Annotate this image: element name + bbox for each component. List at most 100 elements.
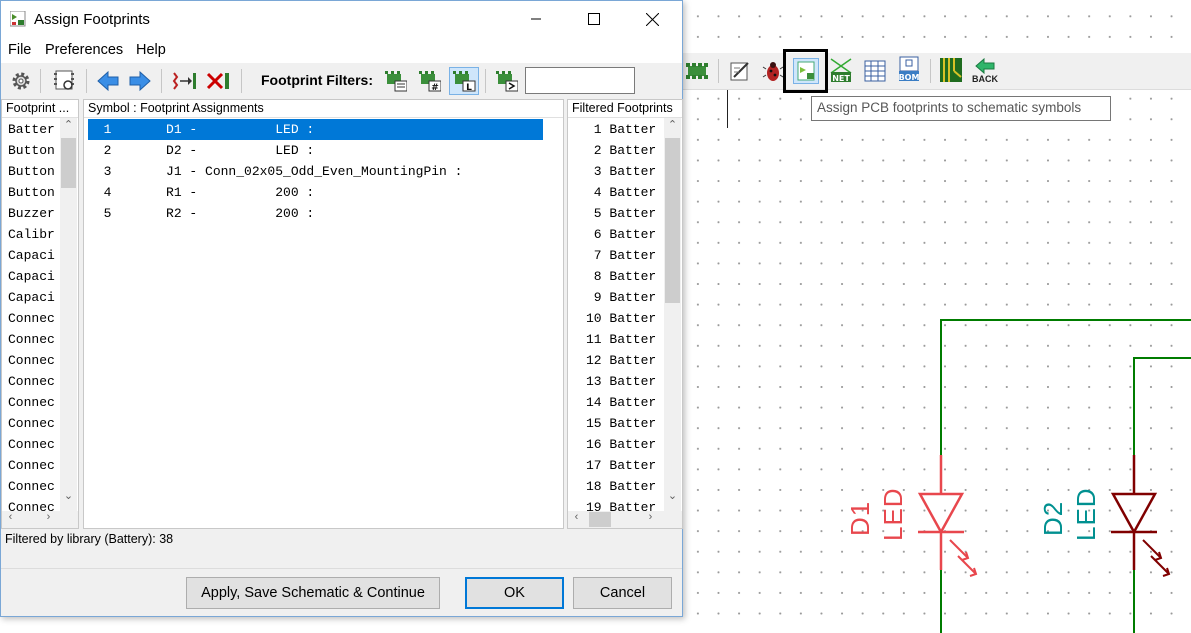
assignment-row[interactable]: 3 J1 - Conn_02x05_Odd_Even_MountingPin : — [88, 161, 543, 182]
annotate-icon[interactable] — [728, 59, 752, 83]
footprint-item[interactable]: 6 Batter — [586, 224, 656, 245]
gear-icon[interactable] — [9, 69, 33, 93]
cancel-button[interactable]: Cancel — [573, 577, 672, 609]
symbol-assignments-panel: Symbol : Footprint Assignments 1 D1 - LE… — [83, 99, 564, 529]
library-item[interactable]: Connec — [8, 476, 55, 497]
assignment-row[interactable]: 1 D1 - LED : — [88, 119, 543, 140]
d2-value[interactable]: LED — [1071, 487, 1102, 541]
footprint-item[interactable]: 3 Batter — [586, 161, 656, 182]
assignments-header[interactable]: Symbol : Footprint Assignments — [84, 100, 563, 118]
footprint-item[interactable]: 9 Batter — [586, 287, 656, 308]
netlist-icon[interactable]: NET — [829, 58, 853, 83]
library-item[interactable]: Connec — [8, 392, 55, 413]
footprint-item[interactable]: 11 Batter — [586, 329, 656, 350]
scrollbar-thumb[interactable] — [665, 138, 680, 303]
footprint-item[interactable]: 2 Batter — [586, 140, 656, 161]
ok-button[interactable]: OK — [465, 577, 564, 609]
footprint-chip-icon[interactable] — [685, 59, 709, 83]
scroll-up-arrow-icon[interactable]: ⌃ — [664, 118, 681, 131]
footprint-item[interactable]: 5 Batter — [586, 203, 656, 224]
previous-arrow-icon[interactable] — [96, 69, 120, 93]
library-item[interactable]: Capaci — [8, 245, 55, 266]
minimize-button[interactable] — [513, 1, 559, 37]
spreadsheet-icon[interactable] — [863, 59, 887, 83]
library-item[interactable]: Button — [8, 161, 55, 182]
library-item[interactable]: Connec — [8, 329, 55, 350]
led-d1-symbol — [917, 455, 978, 577]
library-item[interactable]: Connec — [8, 434, 55, 455]
d1-reference[interactable]: D1 — [845, 501, 876, 536]
filter-by-library-icon[interactable]: L — [449, 67, 479, 95]
bom-icon[interactable]: BOM — [897, 56, 921, 82]
footprint-item[interactable]: 4 Batter — [586, 182, 656, 203]
library-item[interactable]: Capaci — [8, 287, 55, 308]
pcbnew-icon[interactable] — [939, 58, 963, 82]
footprints-vertical-scrollbar[interactable]: ⌃ ⌄ — [664, 118, 681, 513]
footprint-item[interactable]: 1 Batter — [586, 119, 656, 140]
apply-save-continue-button[interactable]: Apply, Save Schematic & Continue — [186, 577, 440, 609]
library-item[interactable]: Connec — [8, 308, 55, 329]
library-item[interactable]: Connec — [8, 350, 55, 371]
footprint-item[interactable]: 10 Batter — [586, 308, 656, 329]
assignment-row[interactable]: 2 D2 - LED : — [88, 140, 543, 161]
library-item[interactable]: Capaci — [8, 266, 55, 287]
filter-by-pin-count-icon[interactable]: # — [417, 69, 441, 93]
wire-d2 — [1133, 357, 1191, 460]
footprint-library-icon[interactable] — [52, 68, 76, 92]
footprint-item[interactable]: 13 Batter — [586, 371, 656, 392]
dialog-title: Assign Footprints — [34, 11, 150, 28]
scrollbar-thumb[interactable] — [589, 512, 611, 527]
library-item[interactable]: Connec — [8, 413, 55, 434]
menu-help[interactable]: Help — [136, 42, 166, 58]
scroll-left-arrow-icon[interactable]: ‹ — [2, 511, 19, 523]
delete-associations-icon[interactable] — [205, 69, 229, 93]
next-arrow-icon[interactable] — [128, 69, 152, 93]
footprint-item[interactable]: 15 Batter — [586, 413, 656, 434]
footprint-item[interactable]: 16 Batter — [586, 434, 656, 455]
footprint-filter-input[interactable] — [525, 67, 635, 94]
library-item[interactable]: Button — [8, 182, 55, 203]
footprint-item[interactable]: 17 Batter — [586, 455, 656, 476]
d1-value[interactable]: LED — [878, 487, 909, 541]
assign-footprints-icon[interactable] — [793, 58, 819, 84]
scroll-right-arrow-icon[interactable]: › — [40, 511, 57, 523]
d2-reference[interactable]: D2 — [1038, 501, 1069, 536]
scroll-right-arrow-icon[interactable]: › — [642, 511, 659, 523]
close-button[interactable] — [629, 1, 675, 37]
library-item[interactable]: Connec — [8, 455, 55, 476]
assignment-row[interactable]: 4 R1 - 200 : — [88, 182, 543, 203]
assignment-row[interactable]: 5 R2 - 200 : — [88, 203, 543, 224]
footprint-item[interactable]: 8 Batter — [586, 266, 656, 287]
scrollbar-thumb[interactable] — [61, 138, 76, 188]
library-item[interactable]: Buzzer — [8, 203, 55, 224]
scroll-down-arrow-icon[interactable]: ⌄ — [664, 489, 681, 502]
filter-by-keywords-icon[interactable] — [383, 69, 407, 93]
maximize-icon — [588, 13, 600, 25]
library-item[interactable]: Calibr — [8, 224, 55, 245]
scroll-left-arrow-icon[interactable]: ‹ — [568, 511, 585, 523]
filtered-footprints-header[interactable]: Filtered Footprints — [568, 100, 682, 118]
libraries-horizontal-scrollbar[interactable]: ‹ › — [2, 511, 78, 528]
scroll-down-arrow-icon[interactable]: ⌄ — [60, 489, 77, 502]
libraries-header[interactable]: Footprint ... — [2, 100, 78, 118]
footprints-horizontal-scrollbar[interactable]: ‹ › — [568, 511, 682, 528]
auto-associate-icon[interactable] — [172, 69, 196, 93]
title-bar[interactable]: Assign Footprints — [1, 1, 682, 37]
footprint-item[interactable]: 7 Batter — [586, 245, 656, 266]
footprint-item[interactable]: 14 Batter — [586, 392, 656, 413]
eeschema-toolbar: NET BOM BACK — [683, 49, 1191, 93]
library-item[interactable]: Connec — [8, 371, 55, 392]
maximize-button[interactable] — [571, 1, 617, 37]
menu-file[interactable]: File — [8, 42, 31, 58]
library-item[interactable]: Batter — [8, 119, 55, 140]
erc-bug-icon[interactable] — [761, 59, 785, 83]
cvpcb-toolbar: Footprint Filters: # L — [1, 63, 682, 99]
back-icon[interactable]: BACK — [972, 56, 998, 86]
footprint-item[interactable]: 18 Batter — [586, 476, 656, 497]
footprint-item[interactable]: 12 Batter — [586, 350, 656, 371]
libraries-vertical-scrollbar[interactable]: ⌃ ⌄ — [60, 118, 77, 513]
library-item[interactable]: Button — [8, 140, 55, 161]
scroll-up-arrow-icon[interactable]: ⌃ — [60, 118, 77, 131]
menu-preferences[interactable]: Preferences — [45, 42, 123, 58]
filter-by-text-icon[interactable] — [494, 69, 518, 93]
